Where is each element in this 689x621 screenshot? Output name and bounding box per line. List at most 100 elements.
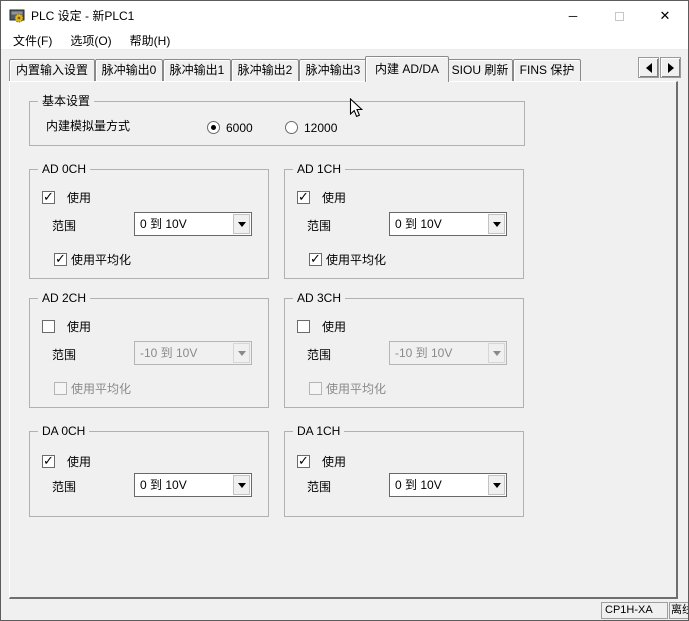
radio-mode-6000[interactable] — [207, 121, 220, 134]
plc-settings-icon — [9, 8, 25, 24]
tab-builtin-input[interactable]: 内置输入设置 — [9, 59, 95, 81]
dropdown-button[interactable] — [488, 475, 505, 495]
range-value: 0 到 10V — [140, 474, 187, 496]
tab-pulse-output-2[interactable]: 脉冲输出2 — [231, 59, 299, 81]
use-label: 使用 — [322, 456, 346, 469]
range-combobox[interactable]: 0 到 10V — [389, 212, 507, 236]
group-title: 基本设置 — [38, 94, 94, 108]
group-title: AD 1CH — [293, 162, 345, 176]
range-combobox: -10 到 10V — [134, 341, 252, 365]
check-icon: ✓ — [298, 189, 309, 205]
group-ad-1ch: AD 1CH ✓ 使用 范围 0 到 10V ✓ 使用平均化 — [284, 169, 524, 279]
use-label: 使用 — [67, 456, 91, 469]
check-icon: ✓ — [310, 251, 321, 267]
check-icon: ✓ — [43, 453, 54, 469]
mouse-cursor — [349, 98, 363, 119]
radio-mode-6000-label: 6000 — [226, 122, 253, 135]
maximize-icon — [615, 12, 624, 21]
average-label: 使用平均化 — [71, 383, 131, 396]
check-icon: ✓ — [55, 251, 66, 267]
average-label: 使用平均化 — [326, 383, 386, 396]
tab-fins-protect[interactable]: FINS 保护 — [513, 59, 581, 81]
tab-pulse-output-3[interactable]: 脉冲输出3 — [299, 59, 367, 81]
average-checkbox: ✓ — [54, 382, 67, 395]
range-value: -10 到 10V — [140, 342, 197, 364]
plc-settings-window: PLC 设定 - 新PLC1 ─ ✕ 文件(F) 选项(O) 帮助(H) 内置输… — [0, 0, 689, 621]
tab-strip: 内置输入设置 脉冲输出0 脉冲输出1 脉冲输出2 脉冲输出3 内建 AD/DA … — [9, 56, 581, 81]
tab-builtin-ad-da[interactable]: 内建 AD/DA — [365, 56, 449, 82]
group-ad-0ch: AD 0CH ✓ 使用 范围 0 到 10V ✓ 使用平均化 — [29, 169, 269, 279]
maximize-button — [596, 1, 642, 31]
dropdown-button — [488, 343, 505, 363]
use-checkbox[interactable]: ✓ — [297, 455, 310, 468]
dropdown-button[interactable] — [233, 475, 250, 495]
range-label: 范围 — [52, 220, 76, 233]
average-label: 使用平均化 — [71, 254, 131, 267]
range-value: 0 到 10V — [140, 213, 187, 235]
use-checkbox[interactable]: ✓ — [297, 191, 310, 204]
use-label: 使用 — [67, 321, 91, 334]
chevron-down-icon — [493, 351, 501, 360]
group-da-0ch: DA 0CH ✓ 使用 范围 0 到 10V — [29, 431, 269, 517]
status-connection: 离线 — [669, 602, 689, 619]
range-value: 0 到 10V — [395, 474, 442, 496]
use-label: 使用 — [322, 192, 346, 205]
tab-siou-refresh[interactable]: SIOU 刷新 — [447, 59, 513, 81]
range-value: -10 到 10V — [395, 342, 452, 364]
chevron-down-icon — [238, 483, 246, 492]
radio-mode-12000-label: 12000 — [304, 122, 337, 135]
average-checkbox: ✓ — [309, 382, 322, 395]
use-label: 使用 — [67, 192, 91, 205]
group-da-1ch: DA 1CH ✓ 使用 范围 0 到 10V — [284, 431, 524, 517]
range-label: 范围 — [307, 481, 331, 494]
close-icon: ✕ — [660, 8, 671, 24]
average-checkbox[interactable]: ✓ — [309, 253, 322, 266]
chevron-down-icon — [238, 351, 246, 360]
tab-pulse-output-0[interactable]: 脉冲输出0 — [95, 59, 163, 81]
radio-mode-12000[interactable] — [285, 121, 298, 134]
chevron-down-icon — [493, 483, 501, 492]
group-title: AD 0CH — [38, 162, 90, 176]
dropdown-button[interactable] — [233, 214, 250, 234]
tab-scroll-right-button[interactable] — [660, 57, 681, 78]
analog-mode-label: 内建模拟量方式 — [46, 120, 130, 133]
range-label: 范围 — [52, 349, 76, 362]
group-ad-3ch: AD 3CH ✓ 使用 范围 -10 到 10V ✓ 使用平均化 — [284, 298, 524, 408]
tab-scroll-buttons — [637, 57, 681, 78]
menu-file[interactable]: 文件(F) — [4, 30, 61, 51]
range-combobox[interactable]: 0 到 10V — [134, 473, 252, 497]
average-checkbox[interactable]: ✓ — [54, 253, 67, 266]
range-value: 0 到 10V — [395, 213, 442, 235]
arrow-right-icon — [668, 63, 674, 73]
tab-pulse-output-1[interactable]: 脉冲输出1 — [163, 59, 231, 81]
range-combobox[interactable]: 0 到 10V — [134, 212, 252, 236]
group-basic-settings: 基本设置 内建模拟量方式 6000 12000 — [29, 101, 525, 146]
range-label: 范围 — [52, 481, 76, 494]
range-label: 范围 — [307, 349, 331, 362]
use-label: 使用 — [322, 321, 346, 334]
arrow-left-icon — [646, 63, 652, 73]
use-checkbox[interactable]: ✓ — [42, 455, 55, 468]
use-checkbox[interactable]: ✓ — [42, 191, 55, 204]
close-button[interactable]: ✕ — [642, 1, 688, 31]
chevron-down-icon — [238, 222, 246, 231]
dropdown-button — [233, 343, 250, 363]
menu-bar: 文件(F) 选项(O) 帮助(H) — [1, 31, 688, 50]
group-title: DA 0CH — [38, 424, 89, 438]
window-title: PLC 设定 - 新PLC1 — [31, 1, 134, 31]
tab-scroll-left-button[interactable] — [638, 57, 659, 78]
check-icon: ✓ — [43, 189, 54, 205]
minimize-button[interactable]: ─ — [550, 1, 596, 31]
title-bar: PLC 设定 - 新PLC1 ─ ✕ — [1, 1, 688, 31]
dropdown-button[interactable] — [488, 214, 505, 234]
status-bar: CP1H-XA 离线 — [1, 601, 688, 620]
range-combobox: -10 到 10V — [389, 341, 507, 365]
menu-options[interactable]: 选项(O) — [61, 30, 120, 51]
status-device-type: CP1H-XA — [601, 602, 668, 619]
use-checkbox[interactable]: ✓ — [297, 320, 310, 333]
range-combobox[interactable]: 0 到 10V — [389, 473, 507, 497]
group-title: DA 1CH — [293, 424, 344, 438]
group-title: AD 3CH — [293, 291, 345, 305]
use-checkbox[interactable]: ✓ — [42, 320, 55, 333]
menu-help[interactable]: 帮助(H) — [121, 30, 180, 51]
